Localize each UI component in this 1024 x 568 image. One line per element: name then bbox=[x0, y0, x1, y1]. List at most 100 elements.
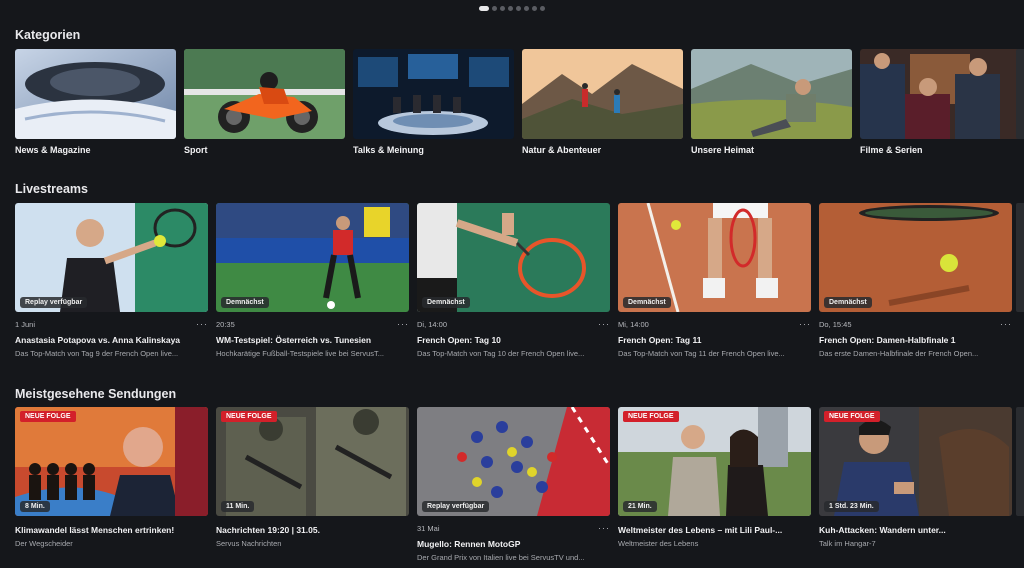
new-episode-badge: NEUE FOLGE bbox=[824, 411, 880, 422]
category-natur-abenteuer[interactable]: Natur & Abenteuer bbox=[522, 49, 683, 155]
status-badge: Demnächst bbox=[422, 297, 470, 308]
livestream-thumbnail[interactable]: Replay verfügbar bbox=[15, 203, 208, 312]
livestream-thumbnail[interactable]: Demnächst bbox=[618, 203, 811, 312]
more-options-icon[interactable]: ··· bbox=[799, 320, 811, 329]
card-subtitle: Das Top-Match von Tag 11 der French Open… bbox=[618, 349, 785, 358]
card-subtitle: Der Grand Prix von Italien live bei Serv… bbox=[417, 553, 585, 562]
section-title-kategorien: Kategorien bbox=[15, 28, 81, 42]
more-options-icon[interactable]: ··· bbox=[196, 320, 208, 329]
section-title-livestreams: Livestreams bbox=[15, 182, 88, 196]
category-thumbnail[interactable] bbox=[15, 49, 176, 139]
card-title: Kuh-Attacken: Wandern unter... bbox=[819, 525, 946, 535]
pager-dot[interactable] bbox=[540, 6, 545, 11]
category-label: Filme & Serien bbox=[860, 145, 923, 155]
pager-dot[interactable] bbox=[492, 6, 497, 11]
card-subtitle: Das Top-Match von Tag 10 der French Open… bbox=[417, 349, 585, 358]
episode-thumbnail[interactable]: NEUE FOLGE 8 Min. bbox=[15, 407, 208, 516]
status-badge: Demnächst bbox=[623, 297, 671, 308]
pager-dot[interactable] bbox=[500, 6, 505, 11]
air-time: Do, 15:45 bbox=[819, 319, 852, 329]
episode-card[interactable]: Replay verfügbar 31 Mai ··· Mugello: Renn… bbox=[417, 407, 610, 562]
air-time: 20:35 bbox=[216, 319, 235, 329]
episode-card[interactable]: NEUE FOLGE 11 Min. Nachrichten 19:20 | 3… bbox=[216, 407, 409, 562]
card-title: Weltmeister des Lebens – mit Lili Paul-.… bbox=[618, 525, 783, 535]
category-label: News & Magazine bbox=[15, 145, 91, 155]
card-subtitle: Servus Nachrichten bbox=[216, 539, 282, 548]
category-thumbnail[interactable] bbox=[353, 49, 514, 139]
category-talks-meinung[interactable]: Talks & Meinung bbox=[353, 49, 514, 155]
card-title: Anastasia Potapova vs. Anna Kalinskaya bbox=[15, 335, 181, 345]
category-label: Talks & Meinung bbox=[353, 145, 424, 155]
livestream-thumbnail[interactable]: Demnächst bbox=[819, 203, 1012, 312]
category-label: Sport bbox=[184, 145, 208, 155]
category-label: Unsere Heimat bbox=[691, 145, 755, 155]
card-title: Klimawandel lässt Menschen ertrinken! bbox=[15, 525, 175, 535]
category-filme-serien[interactable]: Filme & Serien bbox=[860, 49, 1021, 155]
livestreams-row: Replay verfügbar 1 Juni ··· Anastasia Pot… bbox=[15, 203, 1020, 358]
new-episode-badge: NEUE FOLGE bbox=[20, 411, 76, 422]
episode-card[interactable]: NEUE FOLGE 8 Min. Klimawandel lässt Mens… bbox=[15, 407, 208, 562]
card-subtitle: Hochkarätige Fußball-Testspiele live bei… bbox=[216, 349, 384, 358]
next-category-peek[interactable] bbox=[1016, 49, 1024, 139]
pager-dot[interactable] bbox=[532, 6, 537, 11]
card-subtitle: Das erste Damen-Halbfinale der French Op… bbox=[819, 349, 979, 358]
category-thumbnail[interactable] bbox=[860, 49, 1021, 139]
episode-thumbnail[interactable]: NEUE FOLGE 1 Std. 23 Min. bbox=[819, 407, 1012, 516]
category-thumbnail[interactable] bbox=[691, 49, 852, 139]
pager-dot-active[interactable] bbox=[479, 6, 489, 11]
episode-card[interactable]: NEUE FOLGE 1 Std. 23 Min. Kuh-Attacken: … bbox=[819, 407, 1012, 562]
card-title: Nachrichten 19:20 | 31.05. bbox=[216, 525, 320, 535]
category-news-magazine[interactable]: News & Magazine bbox=[15, 49, 176, 155]
livestream-thumbnail[interactable]: Demnächst bbox=[417, 203, 610, 312]
category-unsere-heimat[interactable]: Unsere Heimat bbox=[691, 49, 852, 155]
category-sport[interactable]: Sport bbox=[184, 49, 345, 155]
livestream-card[interactable]: Demnächst Mi, 14:00 ··· French Open: Tag … bbox=[618, 203, 811, 358]
card-title: Mugello: Rennen MotoGP bbox=[417, 539, 521, 549]
episode-thumbnail[interactable]: Replay verfügbar bbox=[417, 407, 610, 516]
livestream-card[interactable]: Demnächst Do, 15:45 ··· French Open: Dame… bbox=[819, 203, 1012, 358]
category-thumbnail[interactable] bbox=[184, 49, 345, 139]
category-thumbnail[interactable] bbox=[522, 49, 683, 139]
air-time: 1 Juni bbox=[15, 319, 36, 329]
card-title: French Open: Tag 10 bbox=[417, 335, 501, 345]
status-badge: Demnächst bbox=[221, 297, 269, 308]
more-options-icon[interactable]: ··· bbox=[598, 524, 610, 533]
livestream-card[interactable]: Demnächst 20:35 ··· WM-Testspiel: Österre… bbox=[216, 203, 409, 358]
card-title: French Open: Tag 11 bbox=[618, 335, 702, 345]
card-title: WM-Testspiel: Österreich vs. Tunesien bbox=[216, 335, 372, 345]
card-subtitle: Das Top-Match von Tag 9 der French Open … bbox=[15, 349, 179, 358]
card-subtitle: Der Wegscheider bbox=[15, 539, 73, 548]
new-episode-badge: NEUE FOLGE bbox=[623, 411, 679, 422]
air-time: Mi, 14:00 bbox=[618, 319, 649, 329]
status-badge: Replay verfügbar bbox=[20, 297, 88, 308]
most-watched-row: NEUE FOLGE 8 Min. Klimawandel lässt Mens… bbox=[15, 407, 1020, 562]
pager-dot[interactable] bbox=[516, 6, 521, 11]
section-title-meistgesehen: Meistgesehene Sendungen bbox=[15, 387, 177, 401]
more-options-icon[interactable]: ··· bbox=[1000, 320, 1012, 329]
episode-card[interactable]: NEUE FOLGE 21 Min. Weltmeister des Leben… bbox=[618, 407, 811, 562]
carousel-pager[interactable] bbox=[479, 6, 545, 11]
category-label: Natur & Abenteuer bbox=[522, 145, 602, 155]
livestream-thumbnail[interactable]: Demnächst bbox=[216, 203, 409, 312]
categories-row: News & Magazine Sport Talks & Meinung Na… bbox=[15, 49, 1024, 155]
card-subtitle: Weltmeister des Lebens bbox=[618, 539, 699, 548]
status-badge: Replay verfügbar bbox=[422, 501, 490, 512]
duration-badge: 8 Min. bbox=[20, 501, 50, 512]
duration-badge: 1 Std. 23 Min. bbox=[824, 501, 879, 512]
livestream-card[interactable]: Demnächst Di, 14:00 ··· French Open: Tag … bbox=[417, 203, 610, 358]
air-time: Di, 14:00 bbox=[417, 319, 448, 329]
pager-dot[interactable] bbox=[508, 6, 513, 11]
card-title: French Open: Damen-Halbfinale 1 bbox=[819, 335, 956, 345]
next-livestream-peek[interactable] bbox=[1016, 203, 1024, 312]
livestream-card[interactable]: Replay verfügbar 1 Juni ··· Anastasia Pot… bbox=[15, 203, 208, 358]
more-options-icon[interactable]: ··· bbox=[397, 320, 409, 329]
pager-dot[interactable] bbox=[524, 6, 529, 11]
episode-thumbnail[interactable]: NEUE FOLGE 11 Min. bbox=[216, 407, 409, 516]
more-options-icon[interactable]: ··· bbox=[598, 320, 610, 329]
duration-badge: 11 Min. bbox=[221, 501, 255, 512]
duration-badge: 21 Min. bbox=[623, 501, 657, 512]
next-episode-peek[interactable] bbox=[1016, 407, 1024, 516]
status-badge: Demnächst bbox=[824, 297, 872, 308]
episode-thumbnail[interactable]: NEUE FOLGE 21 Min. bbox=[618, 407, 811, 516]
card-subtitle: Talk im Hangar-7 bbox=[819, 539, 876, 548]
